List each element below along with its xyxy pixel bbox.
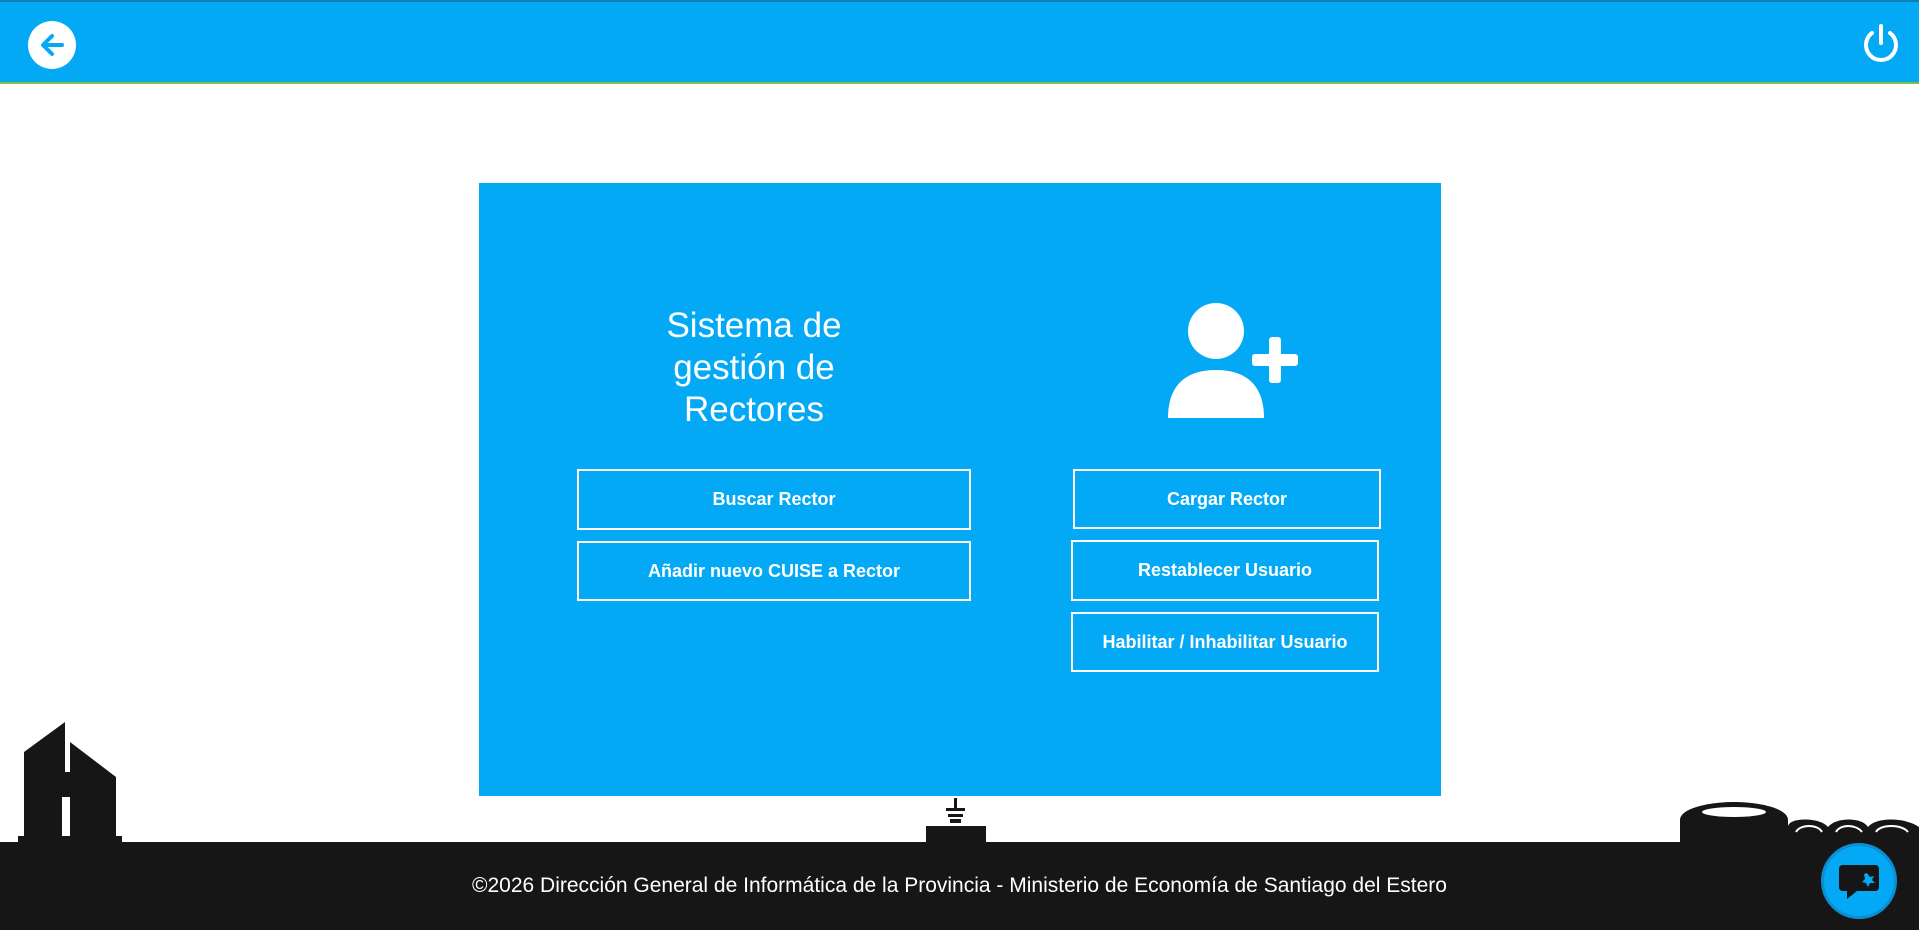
footer-copyright: ©2026 Dirección General de Informática d… — [472, 874, 1447, 897]
building-left-silhouette — [18, 722, 122, 842]
chat-bubble-icon — [1839, 865, 1879, 899]
stadium-right-silhouette — [1680, 802, 1919, 842]
arrow-left-icon — [41, 34, 64, 56]
footer: ©2026 Dirección General de Informática d… — [0, 842, 1919, 930]
logout-button[interactable] — [1857, 20, 1905, 68]
user-plus-icon — [1168, 303, 1298, 418]
monument-center-silhouette — [926, 798, 986, 842]
restablecer-usuario-button[interactable]: Restablecer Usuario — [1071, 540, 1379, 601]
cargar-rector-button[interactable]: Cargar Rector — [1073, 469, 1381, 529]
rectores-card: Sistema de gestión de Rectores Buscar Re… — [479, 183, 1441, 796]
habilitar-usuario-button[interactable]: Habilitar / Inhabilitar Usuario — [1071, 612, 1379, 672]
title-line-2: gestión de Rectores — [673, 348, 835, 429]
anadir-cuise-button[interactable]: Añadir nuevo CUISE a Rector — [577, 541, 971, 601]
title-line-1: Sistema de — [666, 306, 842, 345]
back-button[interactable] — [28, 21, 76, 69]
page-title: Sistema de gestión de Rectores — [599, 305, 909, 431]
power-icon — [1864, 24, 1898, 62]
buscar-rector-button[interactable]: Buscar Rector — [577, 469, 971, 530]
top-bar — [0, 0, 1919, 84]
chat-button[interactable] — [1821, 843, 1897, 919]
